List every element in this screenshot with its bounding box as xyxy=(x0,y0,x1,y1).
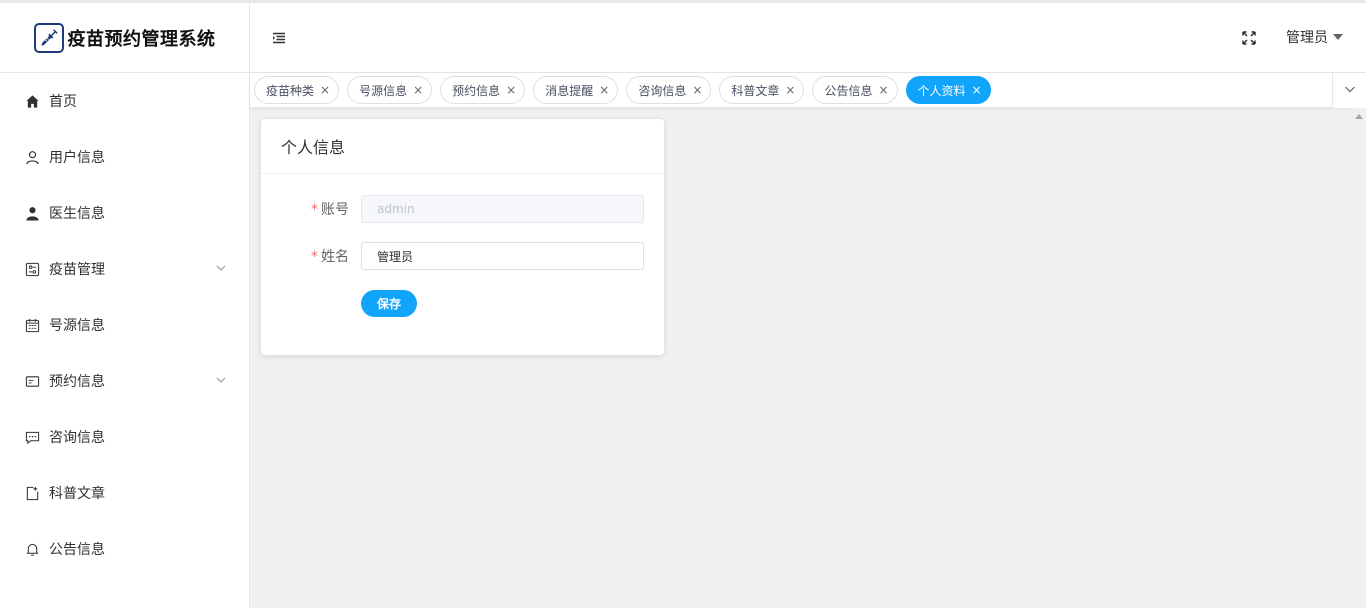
account-input xyxy=(361,195,644,223)
account-label: * 账号 xyxy=(311,202,349,218)
user-filled-icon xyxy=(24,205,40,221)
tag-slots[interactable]: 号源信息 × xyxy=(347,76,433,104)
chevron-down-icon xyxy=(215,374,227,386)
tag-label: 公告信息 xyxy=(824,83,873,98)
sidebar-item-label: 预约信息 xyxy=(49,374,105,390)
document-icon xyxy=(24,485,40,501)
tags-list: 疫苗种类 × 号源信息 × 预约信息 × 消息提醒 × 咨询信息 × 科普文章 … xyxy=(254,76,999,104)
tag-vaccine-types[interactable]: 疫苗种类 × xyxy=(254,76,340,104)
user-outline-icon xyxy=(24,149,40,165)
card-title: 个人信息 xyxy=(261,119,664,174)
sidebar-item-consultations[interactable]: 咨询信息 xyxy=(0,409,249,465)
profile-card: 个人信息 *账号 *姓名 保存 xyxy=(261,119,664,355)
chevron-down-icon xyxy=(215,262,227,274)
close-icon[interactable]: × xyxy=(320,83,330,97)
required-mark: * xyxy=(311,202,318,218)
tag-label: 疫苗种类 xyxy=(266,83,315,98)
chat-icon xyxy=(24,429,40,445)
tag-reminders[interactable]: 消息提醒 × xyxy=(533,76,619,104)
tag-profile[interactable]: 个人资料 × xyxy=(905,76,991,104)
sidebar-item-users[interactable]: 用户信息 xyxy=(0,129,249,185)
top-header: 管理员 xyxy=(250,3,1366,73)
home-icon xyxy=(24,93,40,109)
sidebar-item-label: 用户信息 xyxy=(49,150,105,166)
name-label: * 姓名 xyxy=(311,249,349,265)
tag-articles[interactable]: 科普文章 × xyxy=(719,76,805,104)
name-form-item: * 姓名 xyxy=(261,242,644,270)
calendar-icon xyxy=(24,317,40,333)
close-icon[interactable]: × xyxy=(878,83,888,97)
close-icon[interactable]: × xyxy=(599,83,609,97)
sidebar-item-articles[interactable]: 科普文章 xyxy=(0,465,249,521)
fullscreen-icon[interactable] xyxy=(1242,31,1256,45)
sidebar-item-appointments[interactable]: 预约信息 xyxy=(0,353,249,409)
account-form-item: * 账号 xyxy=(261,195,644,223)
id-card-icon xyxy=(24,373,40,389)
user-name: 管理员 xyxy=(1286,30,1328,46)
sliders-icon xyxy=(24,261,40,277)
sidebar: 疫苗预约管理系统 首页 用户信息 医生信息 疫苗管理 号源信息 预约信息 咨询信… xyxy=(0,3,250,608)
close-icon[interactable]: × xyxy=(692,83,702,97)
bell-icon xyxy=(24,541,40,557)
menu-toggle-icon[interactable] xyxy=(272,31,286,45)
name-input[interactable] xyxy=(361,242,644,270)
sidebar-item-announcements[interactable]: 公告信息 xyxy=(0,521,249,577)
tags-view-bar: 疫苗种类 × 号源信息 × 预约信息 × 消息提醒 × 咨询信息 × 科普文章 … xyxy=(250,73,1366,108)
close-icon[interactable]: × xyxy=(785,83,795,97)
required-mark: * xyxy=(311,249,318,265)
save-button[interactable]: 保存 xyxy=(361,290,417,317)
tag-consultations[interactable]: 咨询信息 × xyxy=(626,76,712,104)
sidebar-item-label: 疫苗管理 xyxy=(49,262,105,278)
tags-more-button[interactable] xyxy=(1332,73,1366,108)
caret-down-icon xyxy=(1333,34,1343,40)
tag-label: 消息提醒 xyxy=(545,83,594,98)
sidebar-item-doctors[interactable]: 医生信息 xyxy=(0,185,249,241)
sidebar-item-label: 科普文章 xyxy=(49,486,105,502)
app-logo[interactable]: 疫苗预约管理系统 xyxy=(0,3,249,73)
sidebar-item-label: 咨询信息 xyxy=(49,430,105,446)
user-dropdown[interactable]: 管理员 xyxy=(1286,27,1343,47)
tag-label: 号源信息 xyxy=(359,83,408,98)
vertical-scrollbar[interactable] xyxy=(1352,108,1366,608)
scroll-up-arrow-icon[interactable] xyxy=(1355,114,1363,119)
sidebar-item-label: 号源信息 xyxy=(49,318,105,334)
chevron-down-icon xyxy=(1344,83,1356,99)
close-icon[interactable]: × xyxy=(506,83,516,97)
tag-label: 科普文章 xyxy=(731,83,780,98)
tag-label: 咨询信息 xyxy=(638,83,687,98)
tag-appointments[interactable]: 预约信息 × xyxy=(440,76,526,104)
syringe-icon xyxy=(33,22,64,53)
sidebar-item-label: 医生信息 xyxy=(49,206,105,222)
tag-announcements[interactable]: 公告信息 × xyxy=(812,76,898,104)
close-icon[interactable]: × xyxy=(413,83,423,97)
close-icon[interactable]: × xyxy=(972,83,982,97)
sidebar-item-label: 首页 xyxy=(49,94,77,110)
sidebar-item-home[interactable]: 首页 xyxy=(0,73,249,129)
tag-label: 预约信息 xyxy=(452,83,501,98)
app-title: 疫苗预约管理系统 xyxy=(67,28,216,50)
tag-label: 个人资料 xyxy=(917,83,966,98)
sidebar-item-label: 公告信息 xyxy=(49,542,105,558)
sidebar-item-slots[interactable]: 号源信息 xyxy=(0,297,249,353)
sidebar-menu: 首页 用户信息 医生信息 疫苗管理 号源信息 预约信息 咨询信息 科普文章 公告… xyxy=(0,73,249,577)
sidebar-item-vaccine-management[interactable]: 疫苗管理 xyxy=(0,241,249,297)
